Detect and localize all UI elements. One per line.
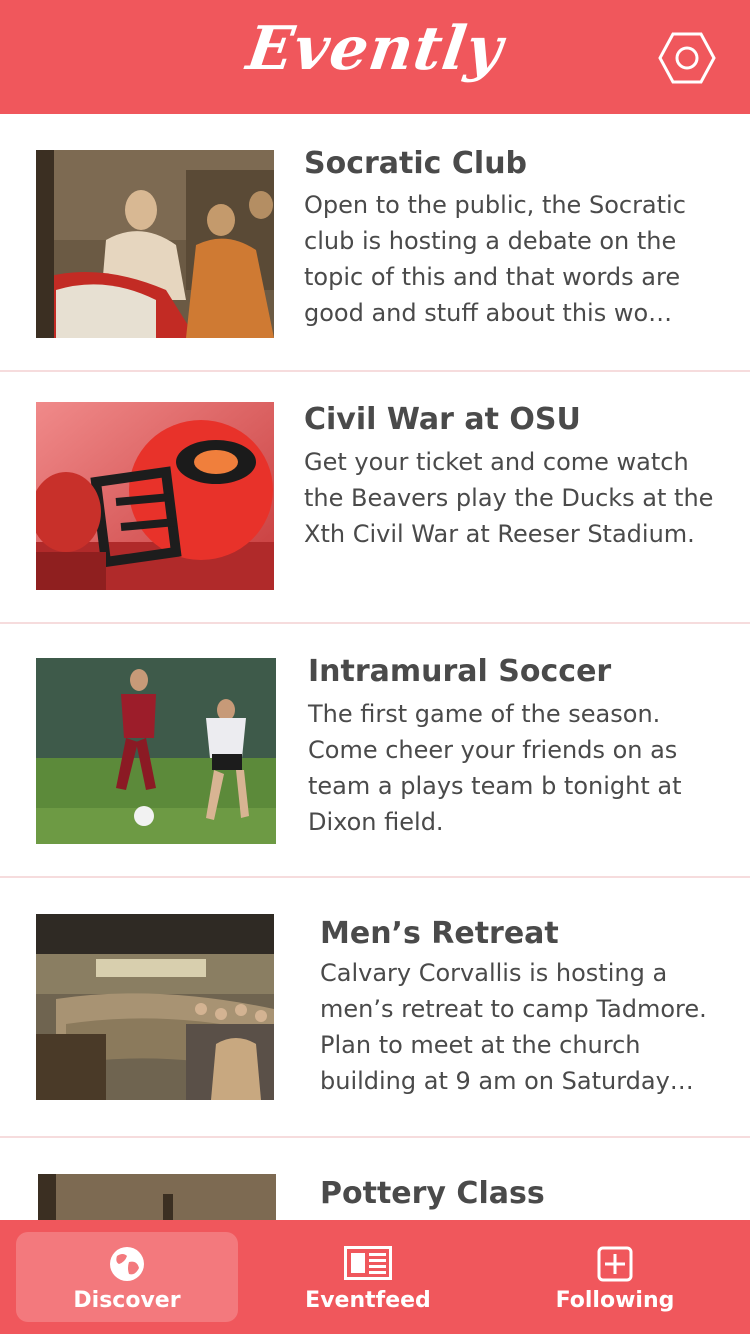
tab-following[interactable]: Following [504, 1232, 726, 1322]
hexagon-settings-icon[interactable] [658, 32, 716, 84]
event-list[interactable]: Socratic Club Open to the public, the So… [0, 114, 750, 1220]
event-item-intramural-soccer[interactable]: Intramural Soccer The first game of the … [0, 624, 750, 876]
tab-label: Eventfeed [305, 1288, 431, 1313]
church-audience-image [36, 914, 274, 1100]
painting-image [36, 150, 274, 338]
event-item-pottery-class[interactable]: Pottery Class [0, 1138, 750, 1220]
event-item-civil-war[interactable]: Civil War at OSU Get your ticket and com… [0, 372, 750, 622]
app-header: Evently [0, 0, 750, 114]
event-description: Open to the public, the Socratic club is… [304, 191, 686, 327]
painting-image [38, 1174, 276, 1220]
tab-bar: Discover Eventfeed Following [0, 1220, 750, 1334]
event-title: Intramural Soccer [308, 654, 612, 689]
event-item-mens-retreat[interactable]: Men’s Retreat Calvary Corvallis is hosti… [0, 878, 750, 1134]
event-title: Civil War at OSU [304, 402, 581, 437]
football-helmet-image [36, 402, 274, 590]
event-description: Calvary Corvallis is hosting a men’s ret… [320, 959, 707, 1095]
event-title: Men’s Retreat [320, 916, 559, 951]
event-title: Socratic Club [304, 146, 528, 181]
plus-square-icon [597, 1246, 633, 1286]
tab-eventfeed[interactable]: Eventfeed [257, 1232, 479, 1322]
event-description: The first game of the season. Come cheer… [308, 700, 682, 836]
globe-icon [109, 1246, 145, 1286]
event-title: Pottery Class [320, 1176, 545, 1211]
app-logo: Evently [242, 14, 508, 84]
event-description: Get your ticket and come watch the Beave… [304, 448, 714, 548]
event-item-socratic-club[interactable]: Socratic Club Open to the public, the So… [0, 114, 750, 370]
tab-label: Following [555, 1288, 675, 1313]
soccer-players-image [36, 658, 276, 844]
newspaper-icon [344, 1246, 392, 1284]
tab-discover[interactable]: Discover [16, 1232, 238, 1322]
tab-label: Discover [73, 1288, 181, 1313]
